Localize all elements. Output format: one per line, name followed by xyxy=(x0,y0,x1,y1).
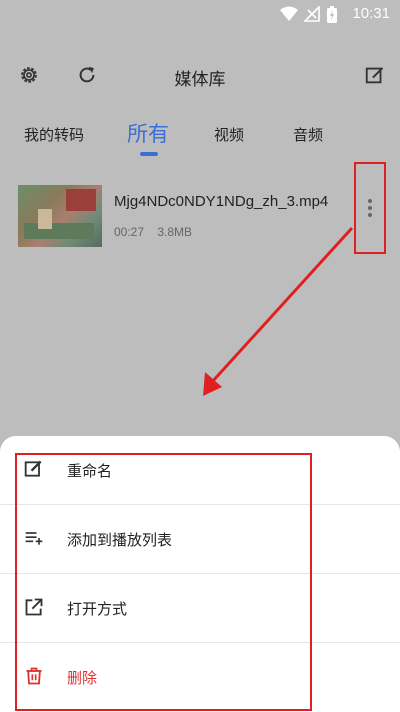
file-duration: 00:27 xyxy=(114,225,145,239)
edit-icon[interactable] xyxy=(364,64,386,86)
more-options-button[interactable] xyxy=(354,162,386,254)
more-vert-icon xyxy=(368,199,372,220)
annotation-highlight-box xyxy=(15,453,312,711)
wifi-icon xyxy=(280,6,298,21)
tab-my-transcodes[interactable]: 我的转码 xyxy=(24,124,84,145)
status-time: 10:31 xyxy=(352,5,390,22)
tab-bar: 我的转码 所有 视频 音频 xyxy=(0,112,400,162)
app-bar: 媒体库 xyxy=(0,52,400,98)
battery-icon xyxy=(327,6,337,23)
action-sheet: 重命名 添加到播放列表 打开方式 删除 xyxy=(0,436,400,712)
video-thumbnail xyxy=(18,185,102,247)
tab-all[interactable]: 所有 xyxy=(127,118,169,148)
signal-icon xyxy=(304,6,320,22)
tab-video[interactable]: 视频 xyxy=(214,124,244,145)
status-bar: 10:31 xyxy=(0,0,400,30)
file-size: 3.8MB xyxy=(157,225,193,239)
media-list-item[interactable]: Mjg4NDc0NDY1NDg_zh_3.mp4 00:27 3.8MB xyxy=(0,162,400,255)
file-name: Mjg4NDc0NDY1NDg_zh_3.mp4 xyxy=(114,193,329,210)
status-icons xyxy=(280,6,338,24)
page-title: 媒体库 xyxy=(174,70,226,90)
tab-indicator xyxy=(140,152,158,156)
tab-audio[interactable]: 音频 xyxy=(293,124,323,145)
file-meta: 00:27 3.8MB xyxy=(114,225,192,239)
